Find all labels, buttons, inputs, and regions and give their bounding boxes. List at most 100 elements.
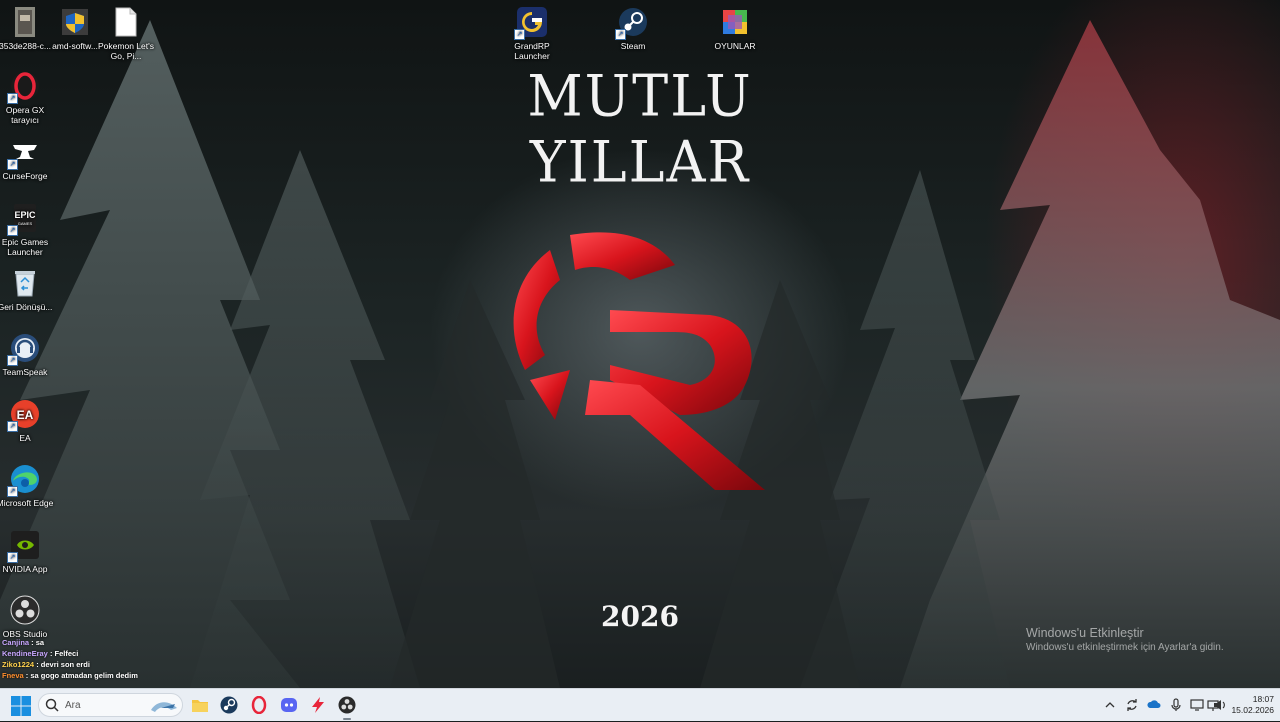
watermark-title: Windows'u Etkinleştir bbox=[1026, 626, 1144, 640]
cloud-icon bbox=[1147, 700, 1161, 708]
desktop-icon-label: CurseForge bbox=[2, 171, 48, 181]
tray-sync[interactable] bbox=[1124, 697, 1140, 713]
taskbar-lightning-app[interactable] bbox=[307, 694, 329, 716]
start-button[interactable] bbox=[10, 695, 32, 717]
curseforge-icon: ↗ bbox=[7, 136, 41, 170]
wallpaper-title: MUTLU YILLAR bbox=[527, 62, 753, 196]
lightning-app-icon bbox=[312, 697, 324, 713]
steam-icon: ↗ bbox=[615, 6, 649, 40]
display-icon bbox=[1190, 699, 1204, 711]
svg-text:GAMES: GAMES bbox=[18, 221, 33, 226]
games-folder-icon bbox=[719, 6, 751, 38]
desktop-icon-obs-studio[interactable]: OBS Studio bbox=[0, 594, 55, 639]
desktop-icon-recycle-bin[interactable]: Geri Dönüşü... bbox=[0, 267, 55, 312]
chat-text: Felfeci bbox=[54, 649, 79, 658]
desktop-icon-epic-games[interactable]: EPIC GAMES ↗ Epic Games Launcher bbox=[0, 202, 55, 257]
grandrp-logo bbox=[513, 232, 765, 490]
svg-text:EPIC: EPIC bbox=[14, 210, 36, 220]
steam-icon bbox=[220, 696, 238, 714]
desktop-icon-label: Pokemon Let's Go, Pi... bbox=[98, 41, 154, 61]
shortcut-arrow-icon: ↗ bbox=[7, 552, 18, 563]
desktop-icon-label: Geri Dönüşü... bbox=[0, 302, 53, 312]
chat-message: Canjina : sa bbox=[2, 638, 45, 647]
taskbar-file-explorer[interactable] bbox=[189, 694, 211, 716]
chevron-up-icon bbox=[1105, 702, 1115, 708]
desktop-icon-nvidia-app[interactable]: ↗ NVIDIA App bbox=[0, 529, 55, 574]
tray-display[interactable] bbox=[1189, 697, 1205, 713]
desktop-icon-opera-gx[interactable]: ↗ Opera GX tarayıcı bbox=[0, 70, 55, 125]
shortcut-arrow-icon: ↗ bbox=[7, 355, 18, 366]
desktop-icon-label: Epic Games Launcher bbox=[1, 237, 49, 257]
tray-microphone[interactable] bbox=[1168, 697, 1184, 713]
desktop-icon-label: TeamSpeak bbox=[2, 367, 48, 377]
shortcut-arrow-icon: ↗ bbox=[7, 421, 18, 432]
clock-date: 15.02.2026 bbox=[1231, 705, 1274, 715]
shortcut-arrow-icon: ↗ bbox=[7, 486, 18, 497]
chat-message: Fneva : sa gogo atmadan gelim dedim bbox=[2, 671, 138, 680]
tray-cloud[interactable] bbox=[1146, 697, 1162, 713]
taskbar-search-box[interactable]: Ara bbox=[38, 693, 183, 717]
desktop-icon-oyunlar[interactable]: OYUNLAR bbox=[705, 6, 765, 51]
epic-games-icon: EPIC GAMES ↗ bbox=[7, 202, 41, 236]
obs-icon bbox=[338, 696, 356, 714]
chat-text: sa gogo atmadan gelim dedim bbox=[30, 671, 138, 680]
microphone-icon bbox=[1171, 698, 1181, 711]
desktop-icon-label: OYUNLAR bbox=[714, 41, 756, 51]
windows-logo-icon bbox=[11, 696, 31, 716]
opera-gx-icon: ↗ bbox=[7, 70, 41, 104]
desktop-wallpaper: MUTLU YILLAR 2026 bbox=[0, 0, 1280, 688]
recycle-bin-icon bbox=[9, 267, 41, 299]
edge-icon: ↗ bbox=[7, 463, 41, 497]
taskbar-clock[interactable]: 18:07 15.02.2026 bbox=[1222, 694, 1274, 716]
search-placeholder: Ara bbox=[65, 700, 81, 711]
wallpaper-year: 2026 bbox=[601, 600, 679, 633]
desktop-icon-label: Steam bbox=[620, 41, 646, 51]
shortcut-arrow-icon: ↗ bbox=[7, 225, 18, 236]
chat-text: devri son erdi bbox=[40, 660, 90, 669]
chat-username: Canjina bbox=[2, 638, 30, 647]
chat-username: Ziko1224 bbox=[2, 660, 35, 669]
show-hidden-icons-button[interactable] bbox=[1102, 697, 1118, 713]
shortcut-arrow-icon: ↗ bbox=[7, 159, 18, 170]
grandrp-icon: ↗ bbox=[514, 6, 548, 40]
search-icon bbox=[45, 698, 59, 712]
file-thumbnail-icon bbox=[9, 6, 41, 38]
chat-username: Fneva bbox=[2, 671, 24, 680]
taskbar-discord[interactable] bbox=[278, 694, 300, 716]
shortcut-arrow-icon: ↗ bbox=[615, 29, 626, 40]
taskbar-steam[interactable] bbox=[218, 694, 240, 716]
shortcut-arrow-icon: ↗ bbox=[7, 93, 18, 104]
chat-message: Ziko1224 : devri son erdi bbox=[2, 660, 90, 669]
file-explorer-icon bbox=[192, 700, 208, 712]
desktop-icon-label: NVIDIA App bbox=[2, 564, 48, 574]
document-icon bbox=[110, 6, 142, 38]
activation-watermark: Windows'u Etkinleştir Windows'u etkinleş… bbox=[1026, 626, 1224, 653]
nvidia-icon: ↗ bbox=[7, 529, 41, 563]
search-highlight-icon bbox=[151, 702, 177, 712]
chat-message: KendineEray : Felfeci bbox=[2, 649, 79, 658]
taskbar-obs-studio[interactable] bbox=[336, 694, 358, 720]
desktop-icon-label: Microsoft Edge bbox=[0, 498, 54, 508]
desktop-icon-label: GrandRP Launcher bbox=[514, 41, 550, 61]
chat-text: sa bbox=[35, 638, 45, 647]
desktop-icon-teamspeak[interactable]: ↗ TeamSpeak bbox=[0, 332, 55, 377]
desktop-icon-grandrp-launcher[interactable]: ↗ GrandRP Launcher bbox=[502, 6, 562, 61]
teamspeak-icon: ↗ bbox=[7, 332, 41, 366]
opera-gx-icon bbox=[251, 696, 267, 714]
desktop-icon-label: Opera GX tarayıcı bbox=[5, 105, 45, 125]
clock-time: 18:07 bbox=[1252, 694, 1274, 704]
sync-icon bbox=[1127, 699, 1137, 711]
desktop-icon-curseforge[interactable]: ↗ CurseForge bbox=[0, 136, 55, 181]
desktop-icon-steam[interactable]: ↗ Steam bbox=[603, 6, 663, 51]
desktop-icon-pokemon-doc[interactable]: Pokemon Let's Go, Pi... bbox=[96, 6, 156, 61]
obs-icon bbox=[9, 594, 41, 626]
taskbar: Ara 18:07 15.02.2026 bbox=[0, 688, 1280, 721]
watermark-subtitle: Windows'u etkinleştirmek için Ayarlar'a … bbox=[1026, 642, 1224, 653]
shortcut-arrow-icon: ↗ bbox=[514, 29, 525, 40]
discord-icon bbox=[281, 698, 297, 712]
chat-username: KendineEray bbox=[2, 649, 48, 658]
desktop-icon-edge[interactable]: ↗ Microsoft Edge bbox=[0, 463, 55, 508]
desktop-icon-ea[interactable]: EA ↗ EA bbox=[0, 398, 55, 443]
desktop-icon-label: EA bbox=[19, 433, 31, 443]
taskbar-opera-gx[interactable] bbox=[248, 694, 270, 716]
